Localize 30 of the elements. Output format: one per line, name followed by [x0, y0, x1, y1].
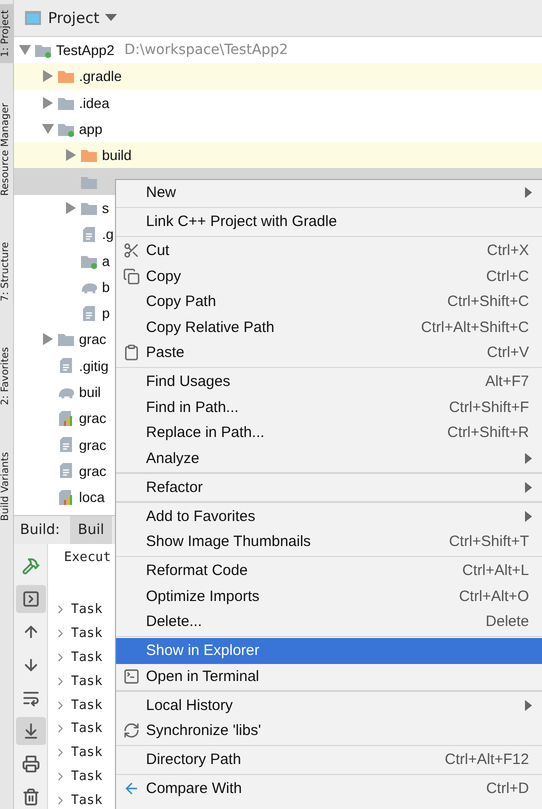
task-label: Task — [71, 721, 102, 736]
node-path: D:\workspace\TestApp2 — [124, 42, 288, 58]
node-name: grac — [79, 462, 106, 479]
node-name: s — [102, 200, 109, 216]
node-name: .gradle — [79, 68, 122, 84]
task-label: Task — [71, 698, 102, 713]
task-label: Task — [71, 602, 102, 618]
task-label: Task — [71, 792, 102, 808]
node-name: grac — [79, 331, 106, 348]
build-label: Build: — [19, 521, 61, 540]
task-label: Task — [71, 745, 102, 760]
node-name: b — [102, 278, 110, 295]
task-label: Task — [71, 768, 102, 784]
node-name: grac — [79, 410, 106, 426]
pane-title: Project — [48, 9, 100, 27]
node-name: .gitig — [79, 358, 109, 374]
node-name: buil — [79, 384, 101, 400]
console-text: Execut — [64, 550, 111, 567]
node-name: loca — [79, 489, 105, 506]
node-name: .idea — [79, 94, 110, 111]
node-name: app — [79, 121, 102, 138]
node-name: grac — [79, 436, 106, 453]
node-name: a — [102, 252, 110, 269]
task-label: Task — [71, 674, 102, 689]
task-label: Task — [71, 626, 102, 642]
node-name: p — [102, 305, 110, 322]
node-name: build — [102, 147, 132, 164]
node-name: TestApp2 — [56, 42, 114, 58]
task-label: Task — [71, 650, 102, 665]
node-name: .g — [102, 226, 114, 242]
